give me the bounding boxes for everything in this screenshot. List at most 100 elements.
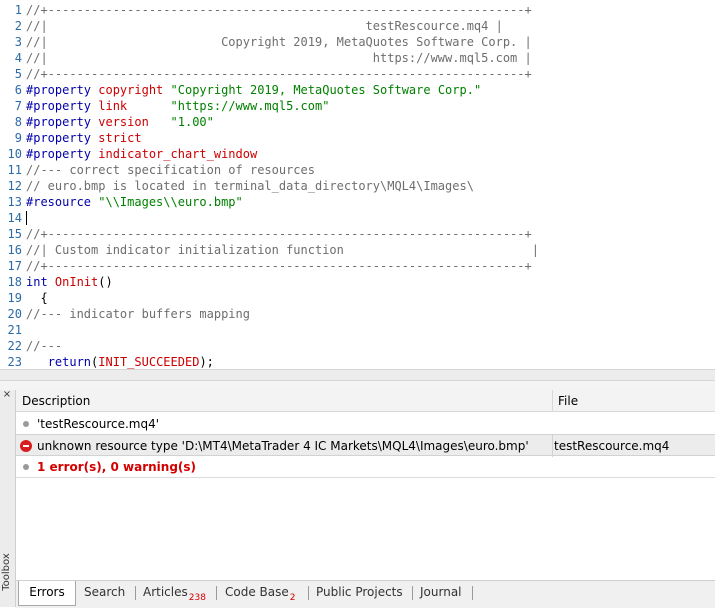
line-number: 14 [7,211,22,225]
code-line[interactable]: 16 //| Custom indicator initialization fu… [0,242,715,258]
tab-label: Journal [420,585,462,599]
code-token: "1.00" [170,115,214,129]
code-text: #property link "https://www.mql5.com" [26,98,329,114]
code-token: OnInit [54,275,99,289]
info-dot-icon [23,421,29,427]
tab-label: Code Base [225,585,289,599]
code-line[interactable]: 19 { [0,290,715,306]
tab-journal[interactable]: Journal [420,581,462,605]
line-number: 23 [7,355,22,369]
code-line[interactable]: 21 [0,322,715,338]
tab-divider [216,586,217,600]
tab-badge: 2 [289,593,296,603]
line-number: 15 [7,227,22,241]
code-line[interactable]: 13 #resource "\\Images\\euro.bmp" [0,194,715,210]
code-token: { [26,291,48,305]
code-token: //+-------------------------------------… [26,259,532,273]
code-token: //| Copyright 2019, MetaQuotes Software … [26,35,532,49]
code-line[interactable]: 22 //--- [0,338,715,354]
code-text: #property version "1.00" [26,114,214,130]
code-token: INIT_SUCCEEDED [98,355,200,369]
code-token: "https://www.mql5.com" [170,99,330,113]
row-divider [16,477,715,478]
code-line[interactable]: 6 #property copyright "Copyright 2019, Me… [0,82,715,98]
line-number: 11 [7,163,22,177]
error-icon [20,440,32,452]
tab-label: Search [84,585,126,599]
line-number: 4 [14,51,22,65]
tab-search[interactable]: Search [84,581,125,605]
code-line[interactable]: 18 int OnInit() [0,274,715,290]
code-text: //| testRescource.mq4 | [26,18,503,34]
tab-articles[interactable]: Articles238 [143,581,206,605]
code-line[interactable]: 5 //+------------------------------------… [0,66,715,82]
code-line[interactable]: 4 //| https://www.mql5.com | [0,50,715,66]
code-token: #resource [26,195,99,209]
tab-divider [308,586,309,600]
code-editor[interactable]: 1 //+------------------------------------… [0,0,715,369]
code-line[interactable]: 7 #property link "https://www.mql5.com" [0,98,715,114]
code-text: int OnInit() [26,274,113,290]
horizontal-scrollbar[interactable] [0,369,715,381]
code-line[interactable]: 2 //| testRescource.mq4 | [0,18,715,34]
code-token: version [98,115,149,129]
code-line[interactable]: 9 #property strict [0,130,715,146]
code-line[interactable]: 14 [0,210,715,226]
column-separator [552,435,553,457]
code-token: #property [26,147,99,161]
line-number: 16 [7,243,22,257]
line-number: 18 [7,275,22,289]
close-icon[interactable]: × [2,390,12,400]
code-text: //+-------------------------------------… [26,258,532,274]
code-line[interactable]: 1 //+------------------------------------… [0,2,715,18]
text-caret [26,211,27,225]
code-text: //+-------------------------------------… [26,66,532,82]
code-text: #resource "\\Images\\euro.bmp" [26,194,243,210]
column-header-file[interactable]: File [553,390,715,412]
table-row[interactable]: 'testRescource.mq4' [16,413,715,435]
row-description: 1 error(s), 0 warning(s) [37,460,197,474]
code-token: () [98,275,113,289]
row-file: testRescource.mq4 [554,439,670,453]
table-row[interactable]: unknown resource type 'D:\MT4\MetaTrader… [16,434,715,457]
code-text: return(INIT_SUCCEEDED); [26,354,214,369]
tab-errors[interactable]: Errors [18,581,76,606]
code-text: //| Copyright 2019, MetaQuotes Software … [26,34,532,50]
code-line[interactable]: 8 #property version "1.00" [0,114,715,130]
code-token: //+-------------------------------------… [26,3,532,17]
row-description: unknown resource type 'D:\MT4\MetaTrader… [37,439,529,453]
code-text: //| https://www.mql5.com | [26,50,532,66]
line-number: 22 [7,339,22,353]
code-text: //| Custom indicator initialization func… [26,242,539,258]
code-line[interactable]: 15 //+-----------------------------------… [0,226,715,242]
code-token: "\\Images\\euro.bmp" [98,195,243,209]
tab-label: Errors [29,585,65,599]
code-line[interactable]: 3 //| Copyright 2019, MetaQuotes Software… [0,34,715,50]
tab-code-base[interactable]: Code Base2 [225,581,296,605]
code-token: ); [199,355,214,369]
code-text: #property indicator_chart_window [26,146,257,162]
code-line[interactable]: 11 //--- correct specification of resourc… [0,162,715,178]
code-line[interactable]: 23 return(INIT_SUCCEEDED); [0,354,715,369]
panel-splitter[interactable] [0,381,715,390]
line-number: 5 [14,67,22,81]
code-token: return [47,355,92,369]
tab-badge: 238 [188,593,206,603]
code-token: copyright [98,83,164,97]
table-row[interactable]: 1 error(s), 0 warning(s) [16,456,715,478]
code-text: //--- [26,338,62,354]
tab-public-projects[interactable]: Public Projects [316,581,403,605]
code-text: #property copyright "Copyright 2019, Met… [26,82,481,98]
line-number: 19 [7,291,22,305]
code-line[interactable]: 20 //--- indicator buffers mapping [0,306,715,322]
line-number: 9 [14,131,22,145]
code-line[interactable]: 10 #property indicator_chart_window [0,146,715,162]
code-line[interactable]: 12 // euro.bmp is located in terminal_dat… [0,178,715,194]
column-header-description[interactable]: Description [16,390,553,412]
line-number: 1 [14,3,22,17]
toolbox-title: Toolbox [1,553,12,591]
code-line[interactable]: 17 //+-----------------------------------… [0,258,715,274]
